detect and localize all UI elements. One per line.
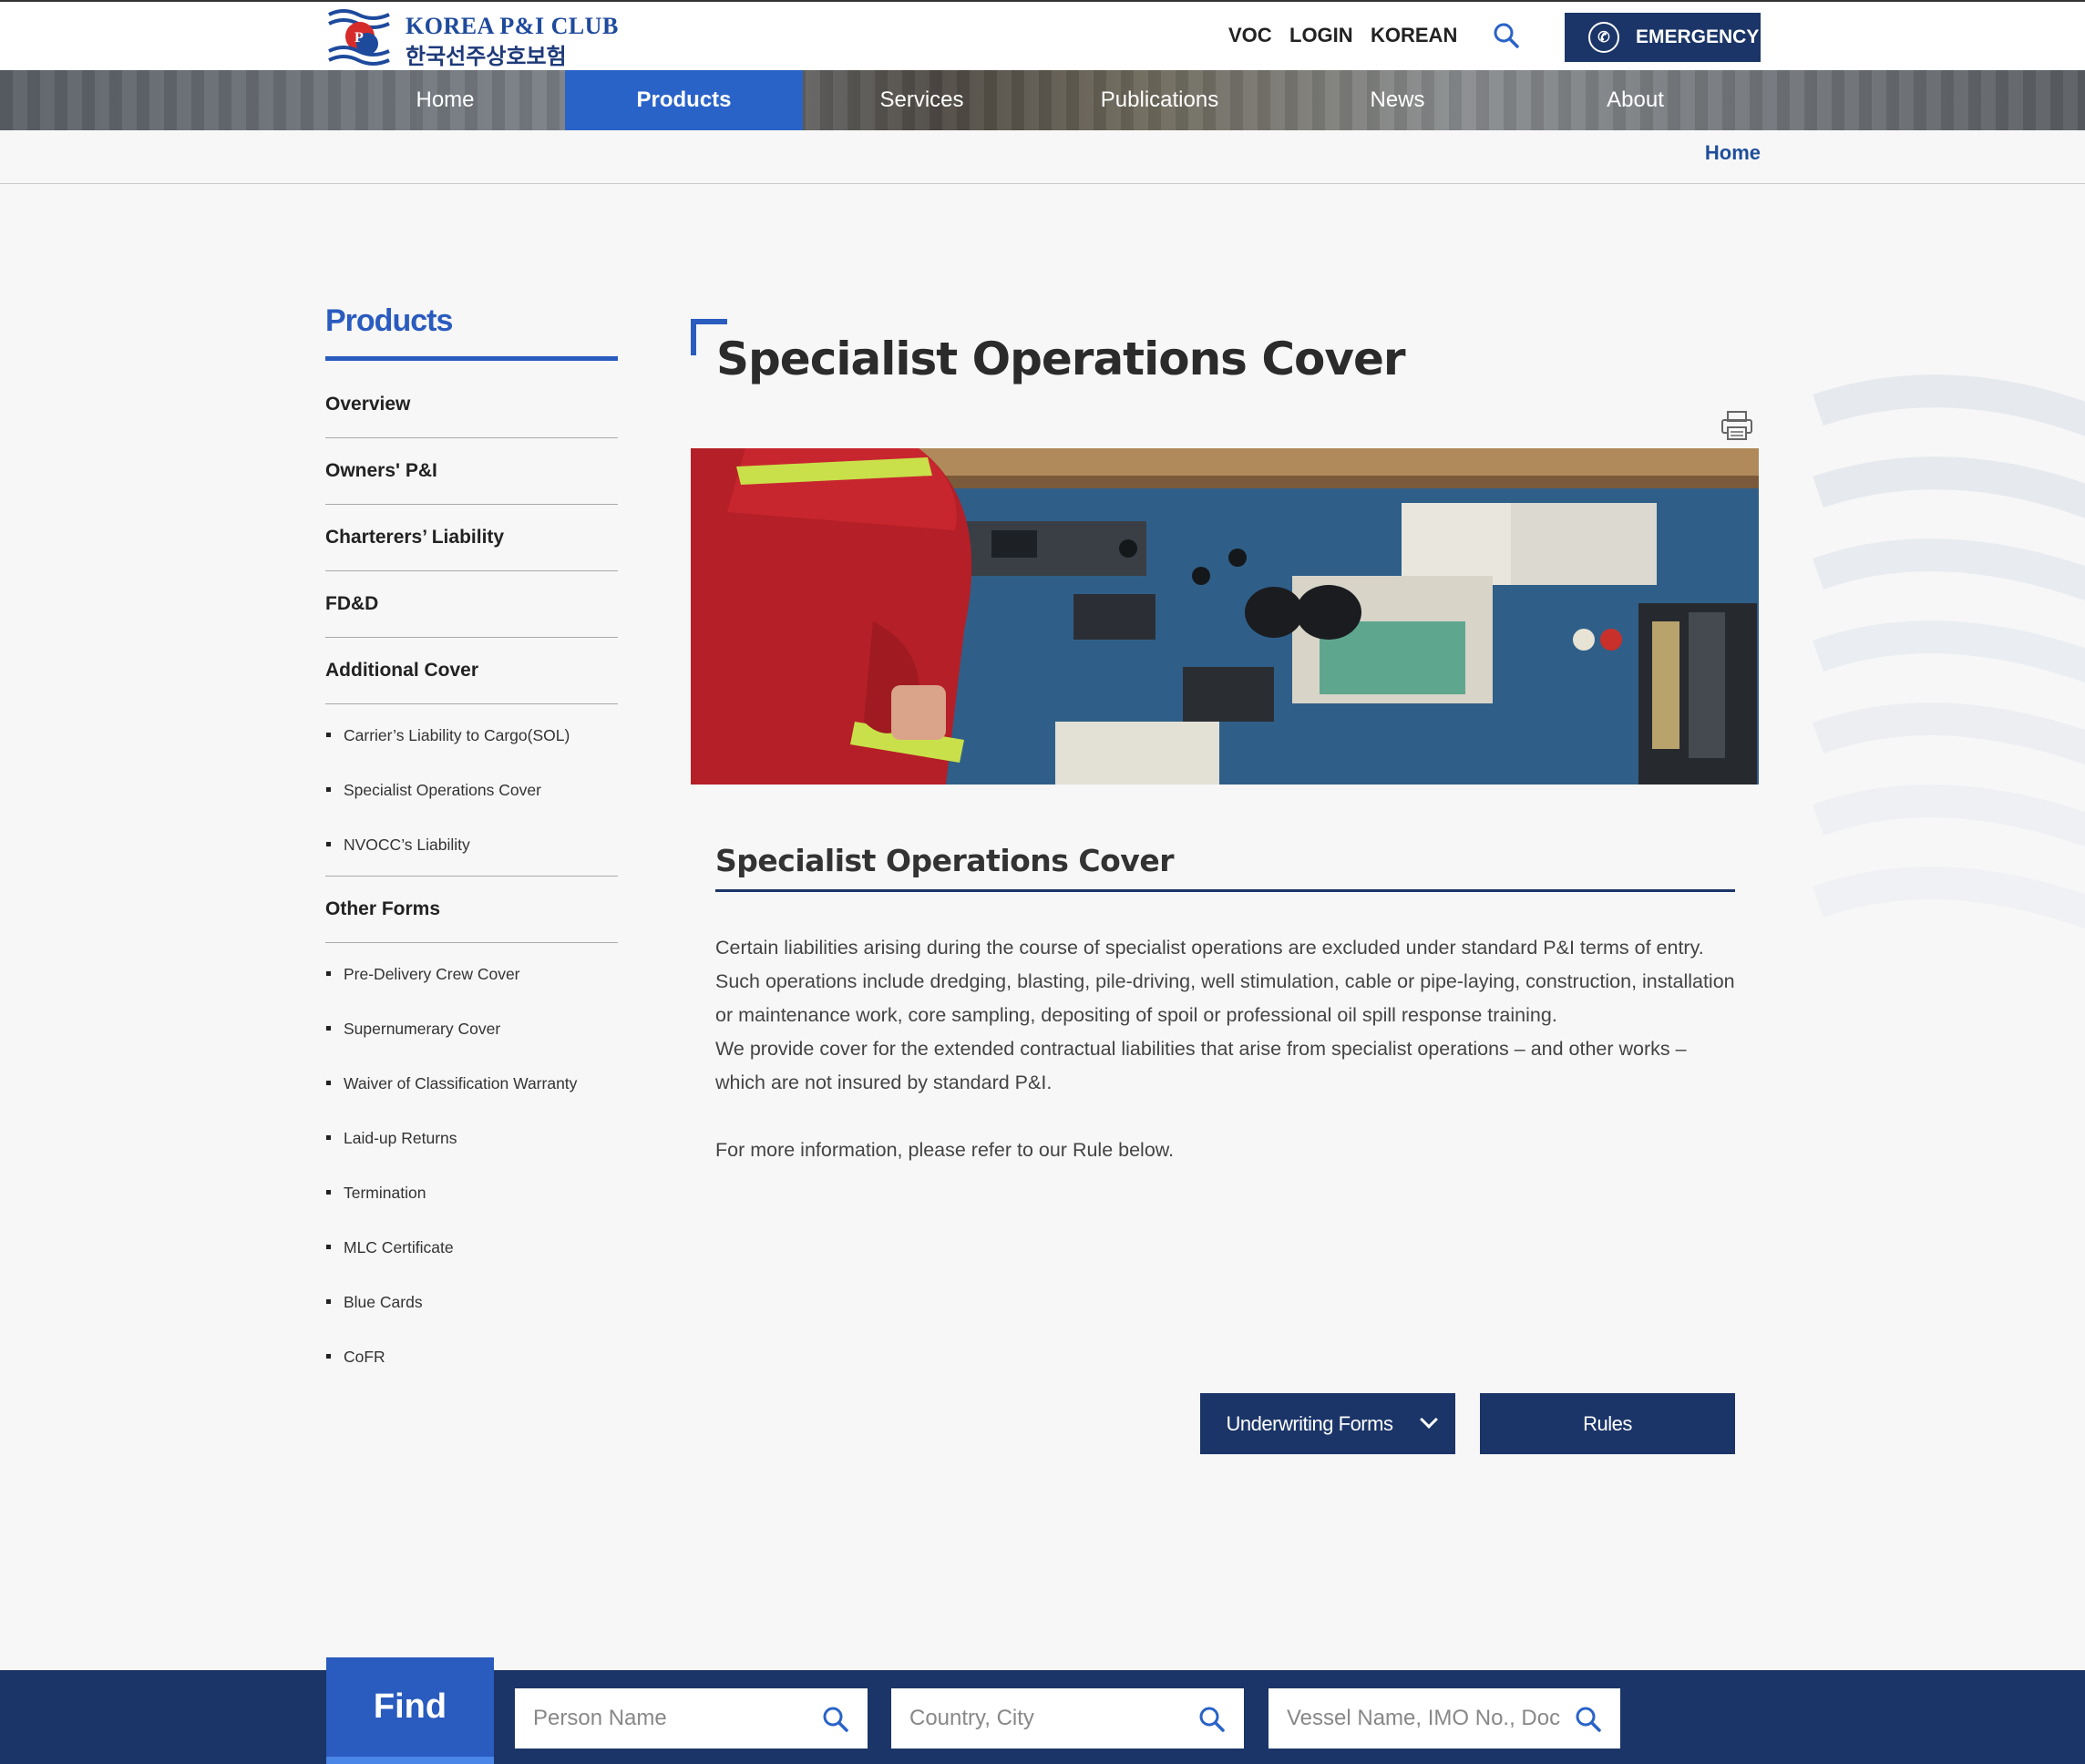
chevron-down-icon [1420, 1410, 1438, 1429]
section-title: Specialist Operations Cover [715, 843, 1174, 878]
rules-button[interactable]: Rules [1480, 1393, 1735, 1454]
sidebar-title-underline [325, 356, 618, 361]
vessel-input[interactable] [1268, 1706, 1560, 1731]
sidebar-subitem-waiver[interactable]: Waiver of Classification Warranty [325, 1056, 618, 1111]
sidebar-subitem-supernumerary[interactable]: Supernumerary Cover [325, 1001, 618, 1056]
find-label: Find [326, 1657, 494, 1764]
sidebar-subitem-mlc[interactable]: MLC Certificate [325, 1220, 618, 1275]
sidebar-subitem-nvocc[interactable]: NVOCC’s Liability [325, 817, 618, 872]
top-header: P KOREA P&I CLUB 한국선주상호보험 VOC LOGIN KORE… [0, 0, 2085, 70]
sidebar-item-charterers-liability[interactable]: Charterers’ Liability [325, 505, 618, 571]
nav-news[interactable]: News [1279, 70, 1516, 130]
sidebar-subitem-cofr[interactable]: CoFR [325, 1329, 618, 1384]
background-watermark [1812, 374, 2085, 929]
nav-products[interactable]: Products [565, 70, 803, 130]
sidebar-menu: Overview Owners' P&I Charterers’ Liabili… [325, 372, 618, 1388]
logo-emblem-icon: P [328, 9, 390, 66]
sidebar-item-fdd[interactable]: FD&D [325, 571, 618, 638]
additional-cover-submenu: Carrier’s Liability to Cargo(SOL) Specia… [325, 704, 618, 877]
page-title: Specialist Operations Cover [716, 333, 1406, 385]
hero-image-ship-bridge-console [691, 448, 1759, 785]
person-name-input[interactable] [515, 1706, 806, 1731]
person-search-field [515, 1688, 868, 1749]
emergency-label: EMERGENCY [1636, 26, 1760, 47]
underwriting-forms-label: Underwriting Forms [1226, 1411, 1393, 1435]
logo-text-ko: 한국선주상호보험 [406, 44, 567, 69]
nav-services[interactable]: Services [803, 70, 1041, 130]
other-forms-submenu: Pre-Delivery Crew Cover Supernumerary Co… [325, 943, 618, 1388]
logo-text-en: KOREA P&I CLUB [406, 13, 619, 39]
nav-about[interactable]: About [1516, 70, 1754, 130]
main-nav: Home Products Services Publications News… [0, 70, 2085, 130]
login-link[interactable]: LOGIN [1289, 24, 1353, 47]
sidebar-title: Products [325, 303, 453, 338]
body-paragraph-2: We provide cover for the extended contra… [715, 1038, 1687, 1093]
sidebar-subitem-laid-up[interactable]: Laid-up Returns [325, 1111, 618, 1165]
vessel-search-field [1268, 1688, 1620, 1749]
body-paragraph-3: For more information, please refer to ou… [715, 1139, 1175, 1161]
body-paragraph-1: Certain liabilities arising during the c… [715, 937, 1735, 1026]
country-city-input[interactable] [891, 1706, 1183, 1731]
breadcrumb-home[interactable]: Home [1705, 141, 1761, 165]
emergency-button[interactable]: ✆ EMERGENCY [1565, 13, 1761, 62]
city-search-field [891, 1688, 1244, 1749]
nav-home[interactable]: Home [326, 70, 564, 130]
nav-publications[interactable]: Publications [1041, 70, 1279, 130]
underwriting-forms-dropdown[interactable]: Underwriting Forms [1200, 1393, 1455, 1454]
sidebar-item-additional-cover[interactable]: Additional Cover [325, 638, 618, 704]
sidebar-item-overview[interactable]: Overview [325, 372, 618, 438]
print-icon[interactable] [1720, 410, 1753, 441]
breadcrumb: Home [0, 130, 2085, 184]
search-icon[interactable] [1198, 1706, 1226, 1733]
sidebar-subitem-sol[interactable]: Carrier’s Liability to Cargo(SOL) [325, 708, 618, 763]
language-korean-link[interactable]: KOREAN [1371, 24, 1457, 47]
voc-link[interactable]: VOC [1228, 24, 1272, 47]
phone-icon: ✆ [1588, 22, 1619, 53]
search-icon[interactable] [1575, 1706, 1602, 1733]
content-body: Certain liabilities arising during the c… [715, 931, 1736, 1167]
search-icon[interactable] [1493, 22, 1520, 49]
sidebar-subitem-specialist-operations[interactable]: Specialist Operations Cover [325, 763, 618, 817]
sidebar-item-owners-pi[interactable]: Owners' P&I [325, 438, 618, 505]
search-icon[interactable] [822, 1706, 849, 1733]
section-title-underline [715, 889, 1735, 892]
sidebar-subitem-blue-cards[interactable]: Blue Cards [325, 1275, 618, 1329]
sidebar-item-other-forms[interactable]: Other Forms [325, 877, 618, 943]
sidebar-subitem-pre-delivery[interactable]: Pre-Delivery Crew Cover [325, 947, 618, 1001]
sidebar-subitem-termination[interactable]: Termination [325, 1165, 618, 1220]
site-logo[interactable]: P KOREA P&I CLUB 한국선주상호보험 [325, 5, 618, 69]
svg-text:P: P [354, 30, 364, 46]
